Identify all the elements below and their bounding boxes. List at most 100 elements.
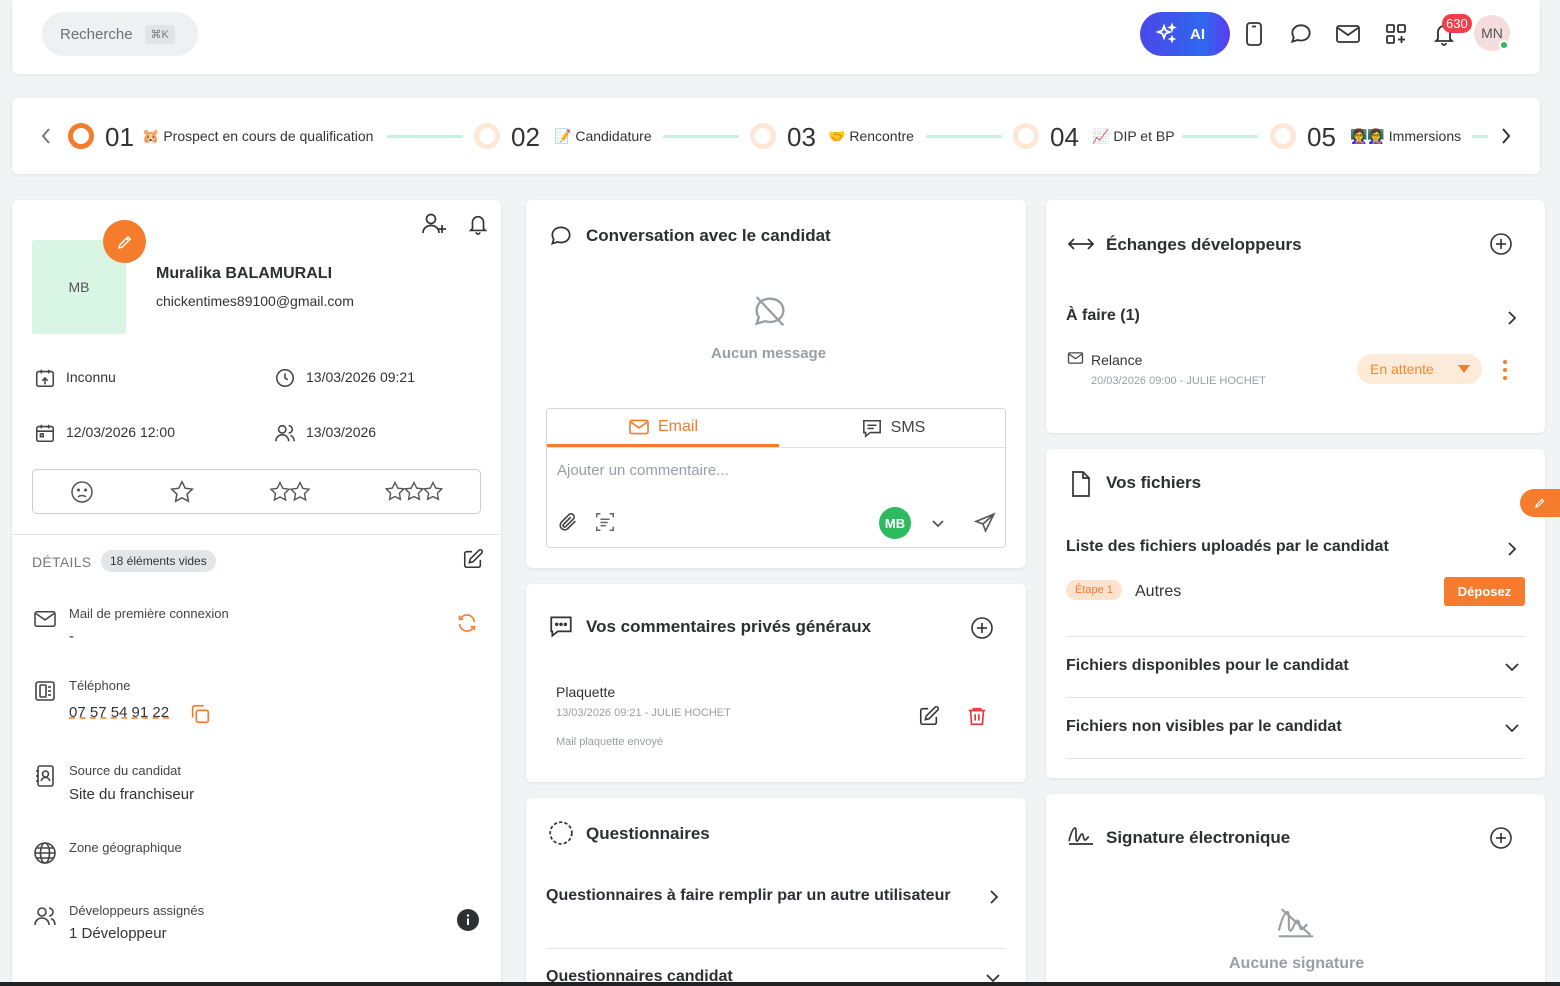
- sender-avatar[interactable]: MB: [879, 507, 911, 539]
- users-icon: [272, 420, 298, 446]
- divider: [546, 948, 1006, 949]
- add-comment-icon[interactable]: [968, 614, 996, 642]
- one-star-icon[interactable]: [168, 479, 196, 505]
- template-icon[interactable]: [592, 509, 618, 535]
- created-date: 12/03/2026 12:00: [66, 424, 175, 440]
- paperclip-icon[interactable]: [555, 509, 581, 535]
- sms-icon: [861, 418, 883, 438]
- calendar-arrow-icon: [32, 365, 58, 391]
- bell-icon[interactable]: [464, 210, 492, 238]
- phone-link[interactable]: 07 57 54 91 22: [69, 704, 169, 721]
- add-user-icon[interactable]: [420, 210, 448, 238]
- search-shortcut: ⌘K: [144, 24, 175, 44]
- step-connector: [1182, 135, 1258, 138]
- edit-avatar-button[interactable]: [103, 220, 146, 263]
- mail-icon: [1066, 349, 1084, 367]
- field-value-developers: 1 Développeur: [69, 925, 167, 942]
- sparkles-icon: [1154, 22, 1178, 46]
- contact-book-icon: [32, 763, 58, 789]
- online-indicator: [1499, 40, 1509, 50]
- question-icon: [547, 819, 575, 847]
- side-edit-tab[interactable]: [1520, 489, 1560, 517]
- step-connector: [926, 135, 1002, 138]
- step-4-number: 04: [1050, 122, 1079, 152]
- step-1-label: Prospect en cours de qualification: [163, 128, 374, 144]
- step-2-indicator: [474, 123, 500, 149]
- chat-icon[interactable]: [1287, 20, 1315, 48]
- search-button[interactable]: Recherche ⌘K: [42, 12, 198, 56]
- more-vertical-icon[interactable]: [1496, 357, 1514, 383]
- step-5-indicator: [1270, 123, 1296, 149]
- trash-icon[interactable]: [964, 703, 990, 729]
- add-exchange-icon[interactable]: [1487, 230, 1515, 258]
- chevron-right-icon[interactable]: [1496, 124, 1516, 148]
- no-signature-icon: [1274, 902, 1318, 942]
- developer-exchanges-card: Échanges développeurs À faire (1) Relanc…: [1046, 200, 1545, 433]
- conversation-card: Conversation avec le candidat Aucun mess…: [526, 200, 1026, 568]
- field-value-source: Site du franchiseur: [69, 786, 195, 803]
- available-files-label: Fichiers disponibles pour le candidat: [1066, 657, 1349, 674]
- tab-email[interactable]: Email: [547, 409, 779, 447]
- step-3-label: Rencontre: [849, 128, 914, 144]
- files-card: Vos fichiers Liste des fichiers uploadés…: [1046, 449, 1545, 778]
- status-dropdown[interactable]: En attente: [1357, 354, 1482, 384]
- questionnaires-card: Questionnaires Questionnaires à faire re…: [526, 798, 1026, 986]
- mail-icon[interactable]: [1334, 20, 1362, 48]
- step-3-indicator: [750, 123, 776, 149]
- step-1-number: 01: [105, 122, 134, 152]
- step-tag: Étape 1: [1066, 580, 1122, 600]
- step-2-emoji: 📝: [554, 128, 572, 144]
- chevron-right-icon: [1502, 538, 1522, 560]
- two-stars-icon[interactable]: [269, 479, 311, 505]
- message-composer: Email SMS MB: [546, 408, 1007, 548]
- copy-icon[interactable]: [188, 702, 212, 726]
- tab-email-label: Email: [657, 417, 698, 435]
- divider: [1066, 697, 1525, 698]
- candidate-name: Muralika BALAMURALI: [156, 265, 333, 282]
- status-label: En attente: [1370, 361, 1434, 377]
- comment-title: Plaquette: [556, 684, 616, 700]
- file-icon: [1066, 469, 1096, 499]
- tab-sms-label: SMS: [890, 419, 926, 436]
- phone-icon[interactable]: [1240, 20, 1268, 48]
- info-icon[interactable]: [457, 909, 479, 931]
- three-stars-icon[interactable]: [385, 479, 444, 505]
- chevron-right-icon: [1502, 307, 1522, 329]
- chevron-right-icon: [984, 886, 1004, 908]
- arrows-horizontal-icon: [1066, 231, 1096, 257]
- send-icon[interactable]: [971, 509, 999, 537]
- uploaded-files-label: Liste des fichiers uploadés par le candi…: [1066, 538, 1389, 555]
- sad-face-icon[interactable]: [70, 480, 94, 504]
- comment-body: Mail plaquette envoyé: [556, 736, 664, 748]
- apps-icon[interactable]: [1382, 20, 1410, 48]
- step-3-emoji: 🤝: [828, 128, 846, 144]
- chevron-down-icon[interactable]: [927, 513, 949, 535]
- step-connector: [387, 135, 463, 138]
- field-label-source: Source du candidat: [69, 763, 182, 778]
- divider: [1066, 636, 1525, 637]
- comment-input[interactable]: [547, 453, 987, 487]
- mail-icon: [628, 418, 650, 436]
- meeting-date: 13/03/2026: [306, 424, 377, 440]
- edit-icon[interactable]: [460, 546, 486, 572]
- ai-button[interactable]: AI: [1140, 12, 1230, 56]
- hidden-files-label: Fichiers non visibles par le candidat: [1066, 718, 1342, 735]
- step-1-emoji: 🐹: [142, 128, 160, 144]
- pipeline-stepper: 01 🐹 Prospect en cours de qualification …: [12, 98, 1540, 174]
- chevron-down-icon: [1501, 718, 1523, 738]
- chevron-left-icon[interactable]: [36, 124, 56, 148]
- add-signature-icon[interactable]: [1487, 824, 1515, 852]
- candidate-status: Inconnu: [66, 369, 116, 385]
- tab-sms[interactable]: SMS: [779, 409, 1007, 447]
- no-signature-text: Aucune signature: [1229, 955, 1365, 972]
- globe-icon: [32, 840, 58, 866]
- private-comments-card: Vos commentaires privés généraux Plaquet…: [526, 584, 1026, 782]
- step-5-label: Immersions: [1388, 128, 1462, 144]
- signature-card: Signature électronique Aucune signature: [1046, 794, 1545, 986]
- edit-icon[interactable]: [916, 703, 942, 729]
- phone-book-icon: [32, 678, 58, 704]
- step-4-label: DIP et BP: [1113, 128, 1175, 144]
- conversation-title: Conversation avec le candidat: [586, 226, 831, 245]
- upload-button[interactable]: Déposez: [1444, 577, 1525, 606]
- refresh-icon[interactable]: [454, 610, 480, 636]
